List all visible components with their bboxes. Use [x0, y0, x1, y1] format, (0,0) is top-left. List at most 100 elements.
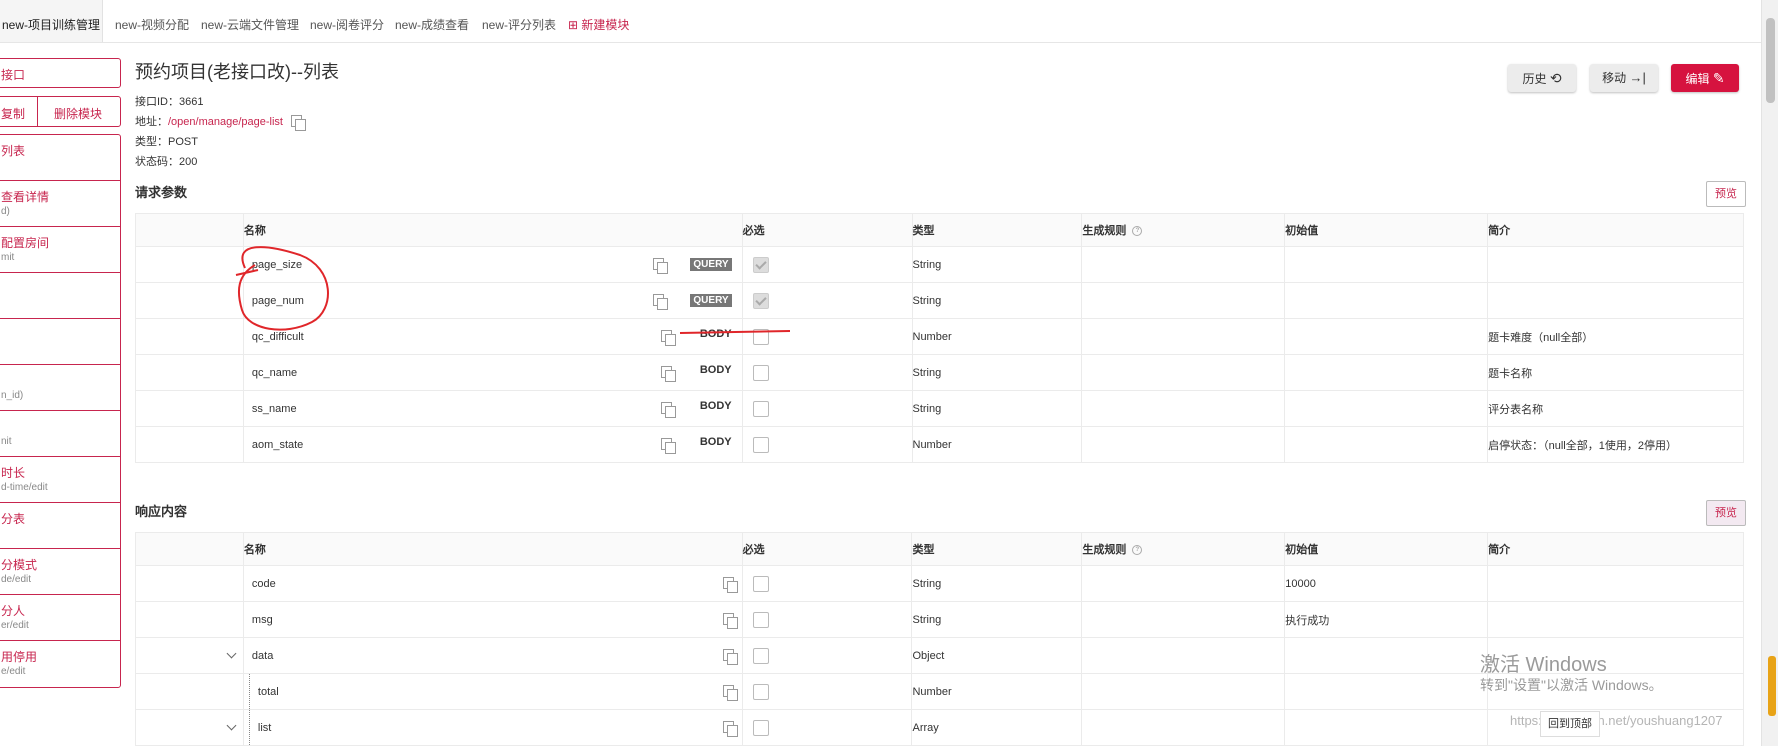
table-row[interactable]: ss_name BODY String 评分表名称: [135, 390, 1744, 427]
interface-item[interactable]: 配置房间 mit: [0, 227, 120, 273]
table-row[interactable]: page_num QUERY String: [135, 282, 1744, 319]
move-button[interactable]: 移动 →|: [1590, 64, 1658, 92]
column-header-desc: 简介: [1487, 213, 1744, 247]
column-header-desc: 简介: [1487, 532, 1744, 566]
tab-grading[interactable]: new-阅卷评分: [310, 0, 384, 42]
interface-item-title: 分模式: [1, 558, 38, 572]
required-checkbox[interactable]: [752, 575, 769, 592]
field-init: [1284, 709, 1489, 746]
page-scrollbar[interactable]: [1761, 0, 1778, 746]
scrollbar-thumb[interactable]: [1766, 18, 1775, 103]
copy-icon[interactable]: [722, 721, 738, 737]
param-desc: 题卡名称: [1487, 354, 1744, 391]
interface-item[interactable]: nit: [0, 411, 120, 457]
required-checkbox[interactable]: [752, 719, 769, 736]
table-header-row: 名称 必选 类型 生成规则? 初始值 简介: [135, 532, 1744, 566]
interface-item[interactable]: 查看详情 d): [0, 181, 120, 227]
request-preview-button[interactable]: 预览: [1706, 181, 1746, 207]
field-type: Object: [911, 637, 1083, 674]
interface-item-path: nit: [1, 436, 12, 447]
back-to-top-button[interactable]: 回到顶部: [1540, 711, 1600, 737]
column-header-required: 必选: [741, 213, 913, 247]
table-row[interactable]: qc_difficult BODY Number 题卡难度（null全部）: [135, 318, 1744, 355]
copy-icon[interactable]: [652, 258, 668, 274]
column-header-type: 类型: [911, 213, 1083, 247]
required-checkbox[interactable]: [752, 364, 769, 381]
copy-icon[interactable]: [660, 330, 676, 346]
interface-item-path: de/edit: [1, 574, 32, 585]
header-label: 生成规则: [1082, 225, 1127, 237]
param-rule: [1081, 246, 1286, 283]
interface-item[interactable]: 列表: [0, 135, 120, 181]
add-interface-button[interactable]: 接口: [0, 58, 121, 88]
table-row[interactable]: list Array: [135, 709, 1744, 746]
field-name: code: [251, 577, 276, 590]
meta-label: 地址：: [135, 116, 168, 128]
copy-icon[interactable]: [660, 402, 676, 418]
required-checkbox[interactable]: [752, 292, 769, 309]
copy-icon[interactable]: [722, 649, 738, 665]
tab-project-training[interactable]: new-项目训练管理: [0, 0, 103, 42]
field-name: data: [251, 649, 274, 662]
param-type: Number: [911, 318, 1083, 355]
interface-item[interactable]: 分模式 de/edit: [0, 549, 120, 595]
response-table: 名称 必选 类型 生成规则? 初始值 简介 code String 10000 …: [135, 532, 1744, 746]
table-row[interactable]: aom_state BODY Number 启停状态：（null全部，1使用，2停…: [135, 426, 1744, 463]
copy-icon[interactable]: [722, 577, 738, 593]
interface-item[interactable]: [0, 319, 120, 365]
edit-button[interactable]: 编辑 ✎: [1671, 64, 1739, 92]
copy-icon[interactable]: [652, 294, 668, 310]
copy-icon[interactable]: [660, 366, 676, 382]
param-location-badge: BODY: [699, 400, 732, 412]
help-icon[interactable]: ?: [1132, 545, 1143, 556]
required-checkbox[interactable]: [752, 256, 769, 273]
tab-scores[interactable]: new-成绩查看: [395, 0, 469, 42]
copy-icon[interactable]: [660, 438, 676, 454]
interface-item[interactable]: 用停用 e/edit: [0, 641, 120, 686]
button-label: 编辑: [1685, 72, 1710, 86]
interface-item[interactable]: 时长 d-time/edit: [0, 457, 120, 503]
tab-cloud-files[interactable]: new-云端文件管理: [201, 0, 299, 42]
response-preview-button[interactable]: 预览: [1706, 500, 1746, 526]
copy-icon[interactable]: [722, 685, 738, 701]
history-button[interactable]: 历史 ⟲: [1508, 64, 1576, 92]
param-init: [1284, 354, 1489, 391]
table-row[interactable]: code String 10000: [135, 565, 1744, 602]
module-tab-bar: new-项目训练管理 new-视频分配 new-云端文件管理 new-阅卷评分 …: [0, 0, 1762, 43]
chevron-down-icon[interactable]: [226, 648, 237, 659]
request-params-title: 请求参数: [135, 185, 188, 200]
tab-score-list[interactable]: new-评分列表: [482, 0, 556, 42]
tab-new-module[interactable]: ⊞ 新建模块: [568, 0, 629, 42]
copy-module-button[interactable]: 复制: [1, 105, 25, 122]
required-checkbox[interactable]: [752, 611, 769, 628]
interface-item[interactable]: [0, 273, 120, 319]
interface-item[interactable]: 分表: [0, 503, 120, 549]
required-checkbox[interactable]: [752, 647, 769, 664]
interface-item[interactable]: 分人 er/edit: [0, 595, 120, 641]
help-icon[interactable]: ?: [1132, 226, 1143, 237]
table-row[interactable]: qc_name BODY String 题卡名称: [135, 354, 1744, 391]
param-rule: [1081, 426, 1286, 463]
required-checkbox[interactable]: [752, 436, 769, 453]
table-row[interactable]: msg String 执行成功: [135, 601, 1744, 638]
param-type: Number: [911, 426, 1083, 463]
param-init: [1284, 390, 1489, 427]
interface-item-title: 查看详情: [1, 190, 50, 204]
required-checkbox[interactable]: [752, 328, 769, 345]
copy-icon[interactable]: [290, 115, 306, 131]
param-location-badge: BODY: [699, 364, 732, 376]
table-row[interactable]: page_size QUERY String: [135, 246, 1744, 283]
copy-icon[interactable]: [722, 613, 738, 629]
address-link[interactable]: /open/manage/page-list: [168, 116, 283, 128]
chevron-down-icon[interactable]: [226, 720, 237, 731]
interface-item[interactable]: n_id): [0, 365, 120, 411]
required-checkbox[interactable]: [752, 683, 769, 700]
button-label: 移动: [1602, 71, 1627, 85]
param-location-badge: QUERY: [690, 258, 732, 271]
tab-label: new-项目训练管理: [1, 18, 100, 32]
tab-video-assign[interactable]: new-视频分配: [115, 0, 189, 42]
tab-label: new-评分列表: [482, 18, 557, 32]
param-desc: [1487, 246, 1744, 283]
required-checkbox[interactable]: [752, 400, 769, 417]
delete-module-button[interactable]: 删除模块: [54, 105, 102, 122]
